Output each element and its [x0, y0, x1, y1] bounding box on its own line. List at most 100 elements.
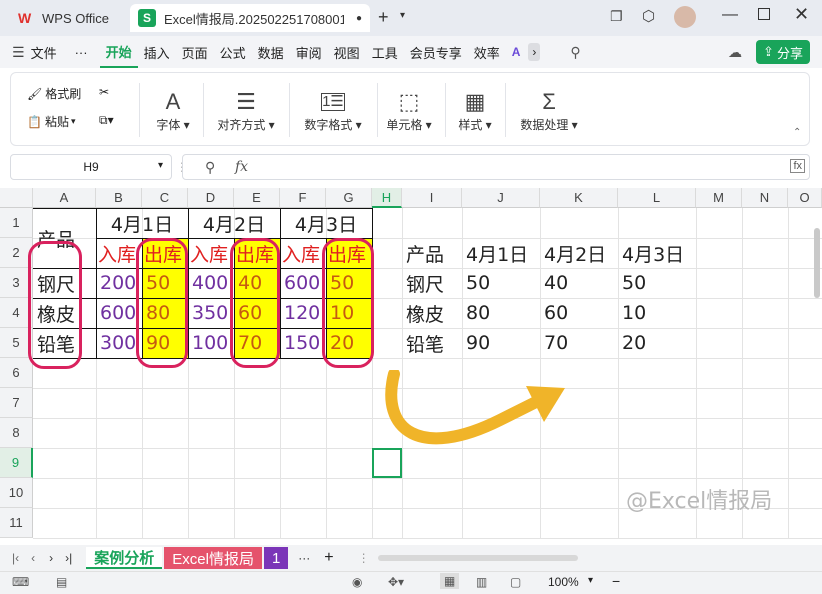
cell-value[interactable]: 100: [188, 328, 228, 358]
column-header[interactable]: K: [540, 188, 618, 208]
row-header[interactable]: 11: [0, 508, 33, 538]
row-header[interactable]: 7: [0, 388, 33, 418]
cell-value[interactable]: 120: [280, 298, 320, 328]
right-table-cell[interactable]: 60: [540, 298, 568, 328]
column-header[interactable]: J: [462, 188, 540, 208]
menu-item-data[interactable]: 数据: [252, 36, 290, 68]
right-table-cell[interactable]: 钢尺: [402, 268, 444, 298]
zoom-out-icon[interactable]: −: [612, 573, 620, 589]
row-header[interactable]: 10: [0, 478, 33, 508]
column-header[interactable]: E: [234, 188, 280, 208]
sheet-tab-excel[interactable]: Excel情报局: [164, 547, 262, 569]
right-table-cell[interactable]: 20: [618, 328, 646, 358]
copy-icon[interactable]: ⧉▾: [99, 113, 114, 128]
menu-item-insert[interactable]: 插入: [138, 36, 176, 68]
menu-more[interactable]: ···: [69, 36, 94, 68]
align-button[interactable]: ☰ 对齐方式 ▾: [211, 79, 281, 141]
right-table-cell[interactable]: 80: [462, 298, 490, 328]
prev-sheet-icon[interactable]: ‹: [31, 551, 35, 565]
fx-icon[interactable]: fx: [235, 159, 248, 175]
style-button[interactable]: ▦ 样式 ▾: [453, 79, 497, 141]
column-header[interactable]: I: [402, 188, 462, 208]
next-sheet-icon[interactable]: ›: [49, 551, 53, 565]
sheet-list-icon[interactable]: ▤: [56, 575, 67, 589]
column-header[interactable]: D: [188, 188, 234, 208]
search-icon[interactable]: ⚲: [570, 44, 580, 61]
cell-button[interactable]: ⬚ 单元格 ▾: [383, 79, 435, 141]
format-painter-button[interactable]: 🖌 格式刷: [27, 85, 81, 102]
column-header[interactable]: B: [96, 188, 142, 208]
cross-move-icon[interactable]: ✥▾: [388, 575, 404, 589]
last-sheet-icon[interactable]: ›|: [65, 551, 72, 565]
right-table-cell[interactable]: 70: [540, 328, 568, 358]
zoom-level[interactable]: 100%: [548, 575, 579, 589]
first-sheet-icon[interactable]: |‹: [12, 551, 19, 565]
menu-file[interactable]: 文件: [25, 36, 63, 68]
menu-item-efficiency[interactable]: 效率: [468, 36, 506, 68]
column-header[interactable]: F: [280, 188, 326, 208]
cell-in-header[interactable]: 入库: [280, 238, 320, 268]
menu-item-formula[interactable]: 公式: [214, 36, 252, 68]
right-table-cell[interactable]: 橡皮: [402, 298, 444, 328]
column-header[interactable]: G: [326, 188, 372, 208]
cell-value[interactable]: 150: [280, 328, 320, 358]
normal-view-icon[interactable]: ▦: [440, 573, 460, 589]
share-button[interactable]: ⇪ 分享: [756, 40, 810, 64]
right-table-header[interactable]: 4月2日: [540, 238, 606, 268]
column-header[interactable]: L: [618, 188, 696, 208]
ai-icon[interactable]: A: [512, 45, 521, 59]
minimize-icon[interactable]: —: [722, 6, 738, 24]
cell-value[interactable]: 200: [96, 268, 136, 298]
chevron-down-icon[interactable]: ▾: [588, 575, 593, 586]
more-sheets-button[interactable]: ···: [298, 551, 310, 565]
cell-value[interactable]: 400: [188, 268, 228, 298]
right-table-cell[interactable]: 铅笔: [402, 328, 444, 358]
menu-item-page[interactable]: 页面: [176, 36, 214, 68]
collapse-ribbon-icon[interactable]: ⌃: [793, 127, 801, 138]
chevron-down-icon[interactable]: ▾: [400, 10, 405, 21]
scissors-icon[interactable]: ✂: [99, 85, 109, 99]
cell-value[interactable]: 350: [188, 298, 228, 328]
chevron-right-icon[interactable]: ›: [528, 43, 541, 61]
column-header[interactable]: M: [696, 188, 742, 208]
row-header[interactable]: 1: [0, 208, 33, 238]
horizontal-scrollbar[interactable]: [377, 555, 578, 561]
cube-icon[interactable]: ⬡: [642, 7, 655, 25]
right-table-header[interactable]: 4月3日: [618, 238, 684, 268]
unsaved-dot-icon[interactable]: ●: [356, 13, 362, 24]
cell-date-header[interactable]: 4月2日: [188, 208, 280, 238]
font-button[interactable]: A 字体 ▾: [151, 79, 195, 141]
zoom-search-icon[interactable]: ⚲: [205, 159, 215, 176]
maximize-icon[interactable]: [758, 8, 770, 20]
cell-value[interactable]: 600: [280, 268, 320, 298]
name-box[interactable]: H9 ▾: [10, 154, 172, 180]
cell-in-header[interactable]: 入库: [96, 238, 136, 268]
right-table-cell[interactable]: 50: [618, 268, 646, 298]
right-table-cell[interactable]: 10: [618, 298, 646, 328]
number-format-button[interactable]: 1☰ 数字格式 ▾: [297, 79, 369, 141]
tab-excel-file[interactable]: S Excel情报局.2025022517080013 ●: [130, 4, 370, 32]
column-header[interactable]: H: [372, 188, 402, 208]
expand-formula-icon[interactable]: fx: [790, 159, 805, 173]
column-header[interactable]: C: [142, 188, 188, 208]
column-header[interactable]: A: [33, 188, 96, 208]
right-table-cell[interactable]: 50: [462, 268, 490, 298]
paste-button[interactable]: 📋 粘贴 ▾: [27, 113, 76, 130]
new-tab-icon[interactable]: +: [378, 7, 389, 28]
data-process-button[interactable]: Σ 数据处理 ▾: [513, 79, 585, 141]
sheet-tab-active[interactable]: 案例分析: [86, 547, 163, 569]
row-header[interactable]: 9: [0, 448, 33, 478]
cell-value[interactable]: 600: [96, 298, 136, 328]
close-icon[interactable]: ✕: [794, 4, 809, 25]
macro-icon[interactable]: ⌨: [12, 575, 29, 589]
row-header[interactable]: 8: [0, 418, 33, 448]
menu-item-review[interactable]: 审阅: [290, 36, 328, 68]
right-table-cell[interactable]: 40: [540, 268, 568, 298]
vertical-scrollbar[interactable]: [814, 228, 820, 298]
select-all-corner[interactable]: [0, 188, 33, 208]
right-table-cell[interactable]: 90: [462, 328, 490, 358]
menu-item-home[interactable]: 开始: [99, 36, 138, 68]
cell-in-header[interactable]: 入库: [188, 238, 228, 268]
column-header[interactable]: N: [742, 188, 788, 208]
cell-date-header[interactable]: 4月3日: [280, 208, 372, 238]
